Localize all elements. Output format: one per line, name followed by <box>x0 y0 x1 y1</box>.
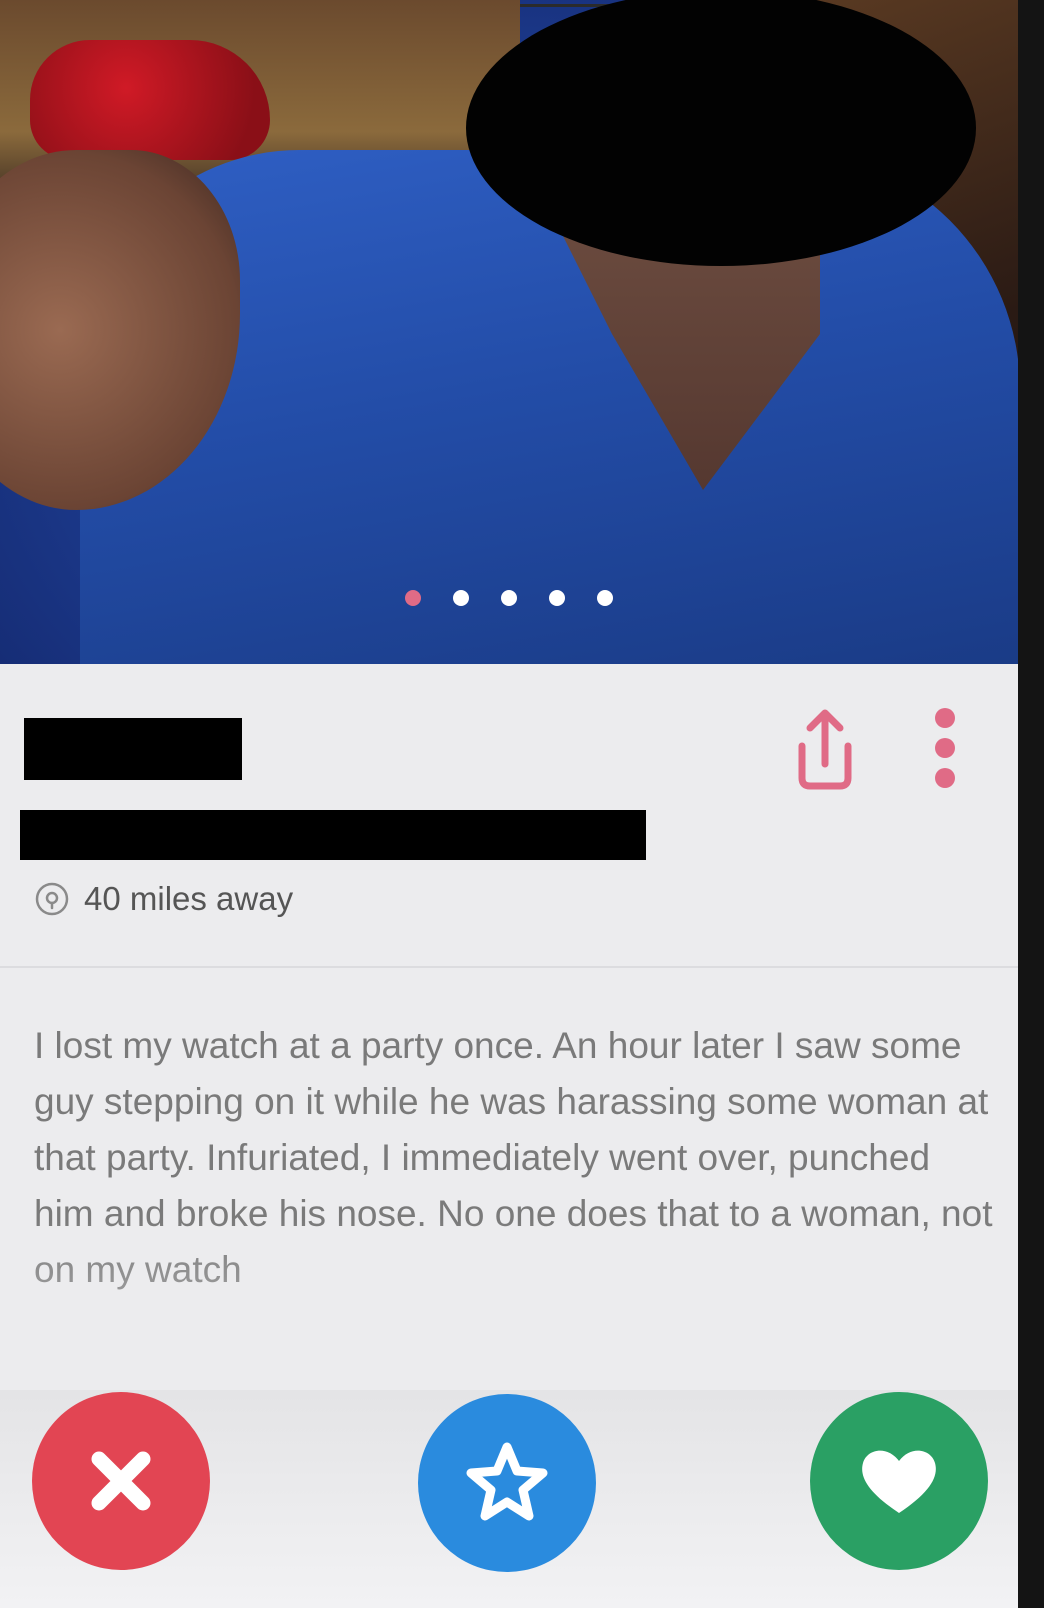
photo-dot-1[interactable] <box>405 590 421 606</box>
window-edge <box>1018 0 1044 1608</box>
super-like-button[interactable] <box>418 1394 596 1572</box>
photo-red-object <box>30 40 270 160</box>
location-pin-icon <box>35 882 69 916</box>
star-icon <box>466 1442 548 1521</box>
share-icon[interactable] <box>790 704 860 794</box>
nope-button[interactable] <box>32 1392 210 1570</box>
section-divider <box>0 966 1018 968</box>
photo-dot-5[interactable] <box>597 590 613 606</box>
location-row: 40 miles away <box>34 880 293 918</box>
distance-text: 40 miles away <box>84 880 294 917</box>
heart-icon <box>862 1450 936 1513</box>
like-button[interactable] <box>810 1392 988 1570</box>
profile-photo[interactable] <box>0 0 1018 664</box>
face-redaction <box>466 0 976 266</box>
bio-text: I lost my watch at a party once. An hour… <box>34 1025 993 1290</box>
photo-dot-3[interactable] <box>501 590 517 606</box>
photo-dot-4[interactable] <box>549 590 565 606</box>
photo-dot-2[interactable] <box>453 590 469 606</box>
photo-pagination <box>405 590 613 606</box>
more-vertical-icon[interactable] <box>930 706 960 796</box>
close-icon <box>91 1451 151 1511</box>
details-redaction <box>20 810 646 860</box>
profile-card: 40 miles away I lost my watch at a party… <box>0 0 1018 1608</box>
name-redaction <box>24 718 242 780</box>
